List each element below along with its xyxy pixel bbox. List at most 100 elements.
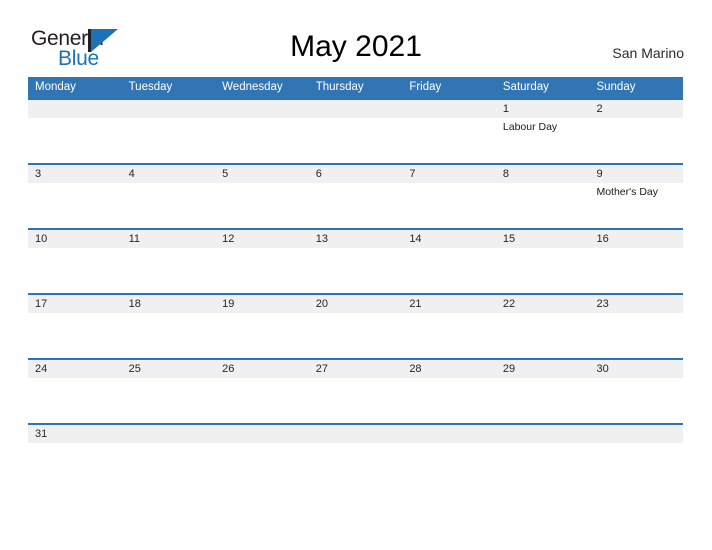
day-number[interactable] bbox=[28, 100, 122, 118]
day-event bbox=[28, 248, 122, 293]
day-number[interactable]: 30 bbox=[589, 360, 683, 378]
day-number[interactable] bbox=[589, 425, 683, 443]
day-event bbox=[402, 183, 496, 228]
day-event bbox=[28, 378, 122, 423]
day-number[interactable]: 13 bbox=[309, 230, 403, 248]
day-number[interactable]: 24 bbox=[28, 360, 122, 378]
week-event-band: Labour Day bbox=[28, 118, 683, 163]
day-number[interactable] bbox=[402, 425, 496, 443]
day-event bbox=[215, 378, 309, 423]
day-number[interactable] bbox=[309, 425, 403, 443]
day-event bbox=[28, 183, 122, 228]
day-number[interactable]: 15 bbox=[496, 230, 590, 248]
day-number[interactable]: 5 bbox=[215, 165, 309, 183]
day-event bbox=[122, 248, 216, 293]
calendar-week-row: 1 2 Labour Day bbox=[28, 98, 683, 163]
day-event bbox=[122, 118, 216, 163]
week-date-band: 1 2 bbox=[28, 100, 683, 118]
day-number[interactable] bbox=[215, 100, 309, 118]
page-title: May 2021 bbox=[290, 30, 422, 63]
weekday-header-monday: Monday bbox=[35, 81, 76, 93]
weekday-header-wednesday: Wednesday bbox=[222, 81, 283, 93]
day-event bbox=[496, 313, 590, 358]
weekday-header-sunday: Sunday bbox=[596, 81, 636, 93]
day-number[interactable]: 21 bbox=[402, 295, 496, 313]
week-event-band bbox=[28, 313, 683, 358]
day-number[interactable]: 3 bbox=[28, 165, 122, 183]
calendar-week-row: 31 bbox=[28, 423, 683, 488]
calendar-week-row: 3 4 5 6 7 8 9 Mother's Day bbox=[28, 163, 683, 228]
page-header: General Blue May 2021 San Marino bbox=[0, 0, 712, 78]
day-number[interactable]: 31 bbox=[28, 425, 122, 443]
day-event bbox=[215, 248, 309, 293]
day-number[interactable] bbox=[402, 100, 496, 118]
day-number[interactable]: 2 bbox=[589, 100, 683, 118]
week-date-band: 17 18 19 20 21 22 23 bbox=[28, 295, 683, 313]
day-event bbox=[402, 313, 496, 358]
calendar-week-row: 24 25 26 27 28 29 30 bbox=[28, 358, 683, 423]
day-event bbox=[122, 443, 216, 488]
day-number[interactable]: 22 bbox=[496, 295, 590, 313]
day-number[interactable]: 7 bbox=[402, 165, 496, 183]
day-event bbox=[402, 378, 496, 423]
day-number[interactable]: 6 bbox=[309, 165, 403, 183]
day-number[interactable]: 19 bbox=[215, 295, 309, 313]
day-event bbox=[589, 443, 683, 488]
day-event bbox=[309, 443, 403, 488]
day-number[interactable] bbox=[309, 100, 403, 118]
day-number[interactable]: 9 bbox=[589, 165, 683, 183]
calendar-week-row: 17 18 19 20 21 22 23 bbox=[28, 293, 683, 358]
day-number[interactable]: 16 bbox=[589, 230, 683, 248]
week-event-band bbox=[28, 378, 683, 423]
day-number[interactable]: 17 bbox=[28, 295, 122, 313]
day-number[interactable]: 20 bbox=[309, 295, 403, 313]
week-date-band: 3 4 5 6 7 8 9 bbox=[28, 165, 683, 183]
day-event bbox=[309, 183, 403, 228]
day-number[interactable] bbox=[215, 425, 309, 443]
day-event bbox=[496, 443, 590, 488]
day-number[interactable]: 29 bbox=[496, 360, 590, 378]
weekday-header-saturday: Saturday bbox=[502, 81, 549, 93]
day-event bbox=[309, 118, 403, 163]
day-number[interactable]: 4 bbox=[122, 165, 216, 183]
day-number[interactable]: 8 bbox=[496, 165, 590, 183]
week-event-band bbox=[28, 443, 683, 488]
day-number[interactable]: 28 bbox=[402, 360, 496, 378]
day-number[interactable] bbox=[122, 100, 216, 118]
day-number[interactable]: 26 bbox=[215, 360, 309, 378]
day-event-labour-day: Labour Day bbox=[502, 121, 558, 133]
day-event bbox=[496, 248, 590, 293]
day-event bbox=[589, 313, 683, 358]
day-number[interactable]: 12 bbox=[215, 230, 309, 248]
week-event-band: Mother's Day bbox=[28, 183, 683, 228]
day-event bbox=[309, 248, 403, 293]
day-number[interactable]: 27 bbox=[309, 360, 403, 378]
day-event bbox=[496, 378, 590, 423]
day-event bbox=[496, 183, 590, 228]
day-number[interactable] bbox=[122, 425, 216, 443]
day-number[interactable]: 25 bbox=[122, 360, 216, 378]
day-number[interactable]: 23 bbox=[589, 295, 683, 313]
day-event bbox=[28, 313, 122, 358]
day-number[interactable]: 14 bbox=[402, 230, 496, 248]
calendar-table: Monday Tuesday Wednesday Thursday Friday… bbox=[28, 77, 683, 488]
day-number[interactable]: 18 bbox=[122, 295, 216, 313]
day-event bbox=[402, 443, 496, 488]
week-date-band: 31 bbox=[28, 425, 683, 443]
day-event bbox=[402, 248, 496, 293]
day-event bbox=[215, 313, 309, 358]
day-number[interactable] bbox=[496, 425, 590, 443]
day-event bbox=[122, 313, 216, 358]
day-number[interactable]: 1 bbox=[496, 100, 590, 118]
day-event bbox=[122, 378, 216, 423]
weekday-header-thursday: Thursday bbox=[315, 81, 364, 93]
week-date-band: 10 11 12 13 14 15 16 bbox=[28, 230, 683, 248]
day-number[interactable]: 11 bbox=[122, 230, 216, 248]
weekday-header-tuesday: Tuesday bbox=[128, 81, 173, 93]
day-event bbox=[309, 313, 403, 358]
day-event bbox=[122, 183, 216, 228]
day-event bbox=[215, 443, 309, 488]
day-event bbox=[589, 378, 683, 423]
day-number[interactable]: 10 bbox=[28, 230, 122, 248]
week-date-band: 24 25 26 27 28 29 30 bbox=[28, 360, 683, 378]
